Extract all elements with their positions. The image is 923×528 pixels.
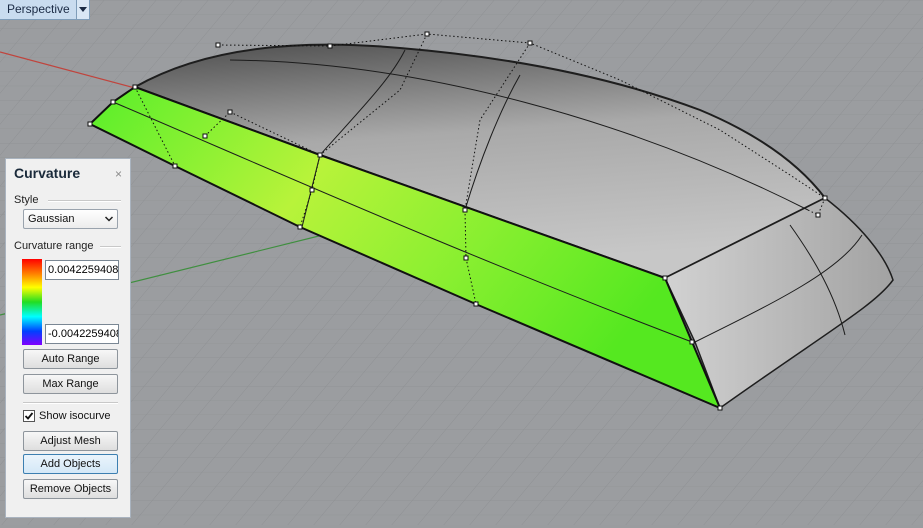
perspective-viewport[interactable]: Perspective [0, 0, 923, 525]
curvature-color-scale [22, 259, 42, 345]
remove-objects-button[interactable]: Remove Objects [23, 479, 118, 499]
options-divider [23, 402, 118, 404]
show-isocurve-checkbox[interactable] [23, 410, 35, 422]
chevron-down-icon [78, 6, 87, 12]
auto-range-button[interactable]: Auto Range [23, 349, 118, 369]
close-icon[interactable]: × [115, 168, 122, 180]
curvature-range-label: Curvature range [14, 240, 94, 252]
scene [0, 0, 923, 525]
checkmark-icon [24, 412, 34, 420]
style-select-value: Gaussian [28, 213, 75, 225]
style-label: Style [14, 194, 39, 206]
viewport-tab[interactable]: Perspective [0, 0, 90, 20]
panel-title: Curvature [14, 165, 81, 181]
viewport-title[interactable]: Perspective [0, 0, 76, 19]
add-objects-button[interactable]: Add Objects [23, 454, 118, 474]
adjust-mesh-button[interactable]: Adjust Mesh [23, 431, 118, 451]
style-divider [48, 200, 121, 202]
range-divider [100, 246, 121, 248]
curvature-panel: Curvature × Style Gaussian Curvature ran… [5, 158, 131, 518]
show-isocurve-label[interactable]: Show isocurve [39, 410, 111, 422]
viewport-menu-button[interactable] [75, 0, 89, 19]
chevron-down-icon [104, 216, 114, 222]
range-min-input[interactable]: -0.0042259408 [45, 324, 119, 344]
style-select[interactable]: Gaussian [23, 209, 118, 229]
max-range-button[interactable]: Max Range [23, 374, 118, 394]
range-max-input[interactable]: 0.0042259408 [45, 260, 119, 280]
